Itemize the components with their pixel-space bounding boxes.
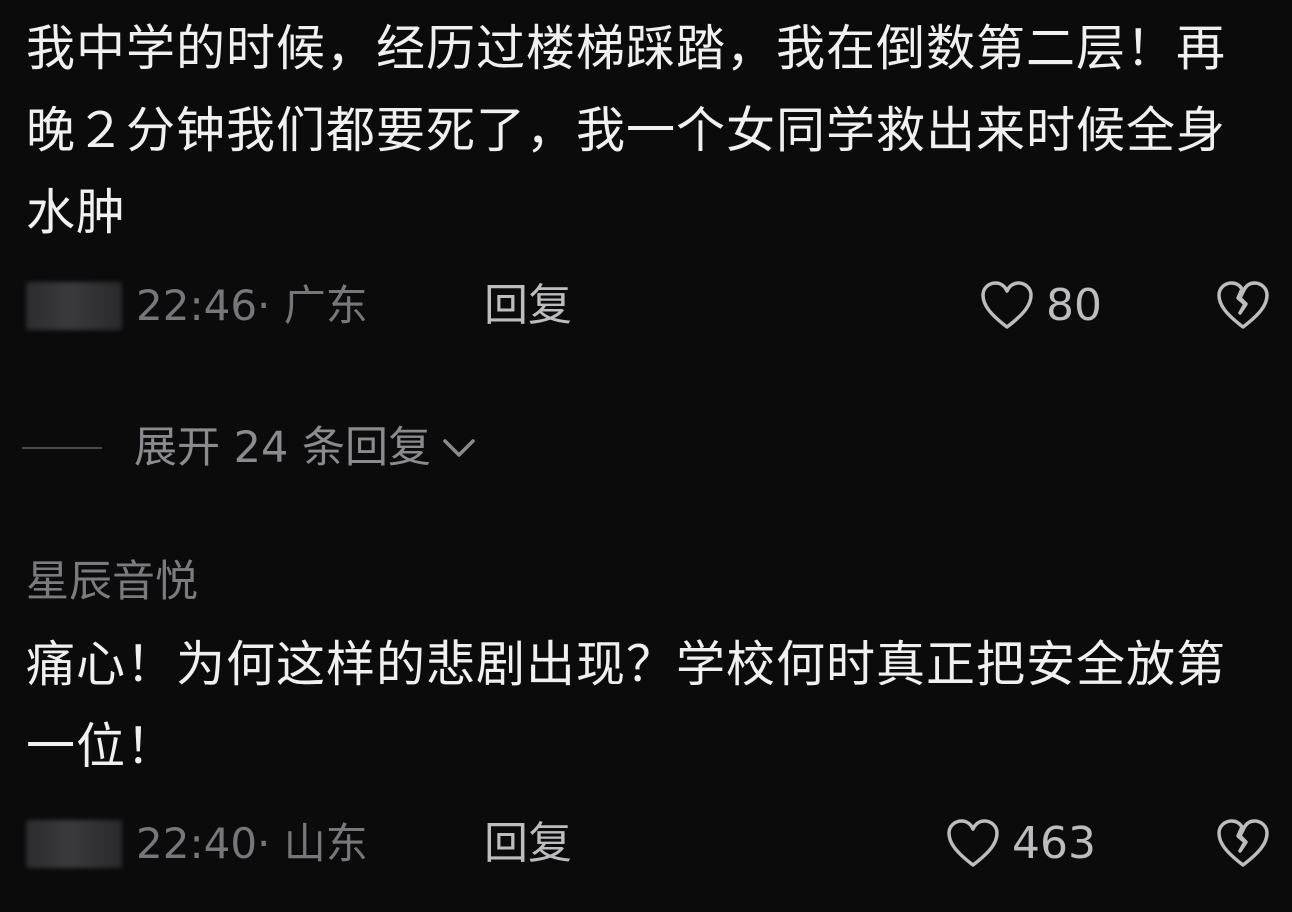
comment-text: 我中学的时候，经历过楼梯踩踏，我在倒数第二层！再晚２分钟我们都要死了，我一个女同… (26, 20, 1227, 241)
like-button[interactable]: 80 (980, 276, 1102, 336)
reply-button[interactable]: 回复 (484, 276, 572, 336)
blurred-username (26, 282, 122, 330)
expand-replies-label: 展开 24 条回复 (134, 423, 432, 473)
expand-replies-row: 展开 24 条回复 (0, 418, 1292, 478)
broken-heart-icon[interactable] (1216, 280, 1270, 332)
blurred-username (26, 820, 122, 868)
reply-button[interactable]: 回复 (484, 814, 572, 874)
comment-text: 痛心！为何这样的悲剧出现？学校何时真正把安全放第一位！ (26, 636, 1227, 775)
comment-username[interactable]: 星辰音悦 (26, 556, 198, 608)
divider-line (22, 447, 102, 449)
heart-outline-icon (946, 819, 1000, 869)
comment-meta: 22:40· 山东 回复 463 (0, 814, 1292, 874)
broken-heart-icon[interactable] (1216, 818, 1270, 870)
chevron-down-icon (439, 428, 479, 468)
like-count: 80 (1046, 280, 1102, 331)
comment-meta: 22:46· 广东 回复 80 (0, 276, 1292, 336)
like-button[interactable]: 463 (946, 814, 1096, 874)
like-count: 463 (1012, 818, 1096, 869)
heart-outline-icon (980, 281, 1034, 331)
comment-time-location: 22:46· 广东 (136, 281, 368, 330)
comment-time-location: 22:40· 山东 (136, 819, 368, 868)
expand-replies-button[interactable]: 展开 24 条回复 (134, 418, 479, 478)
